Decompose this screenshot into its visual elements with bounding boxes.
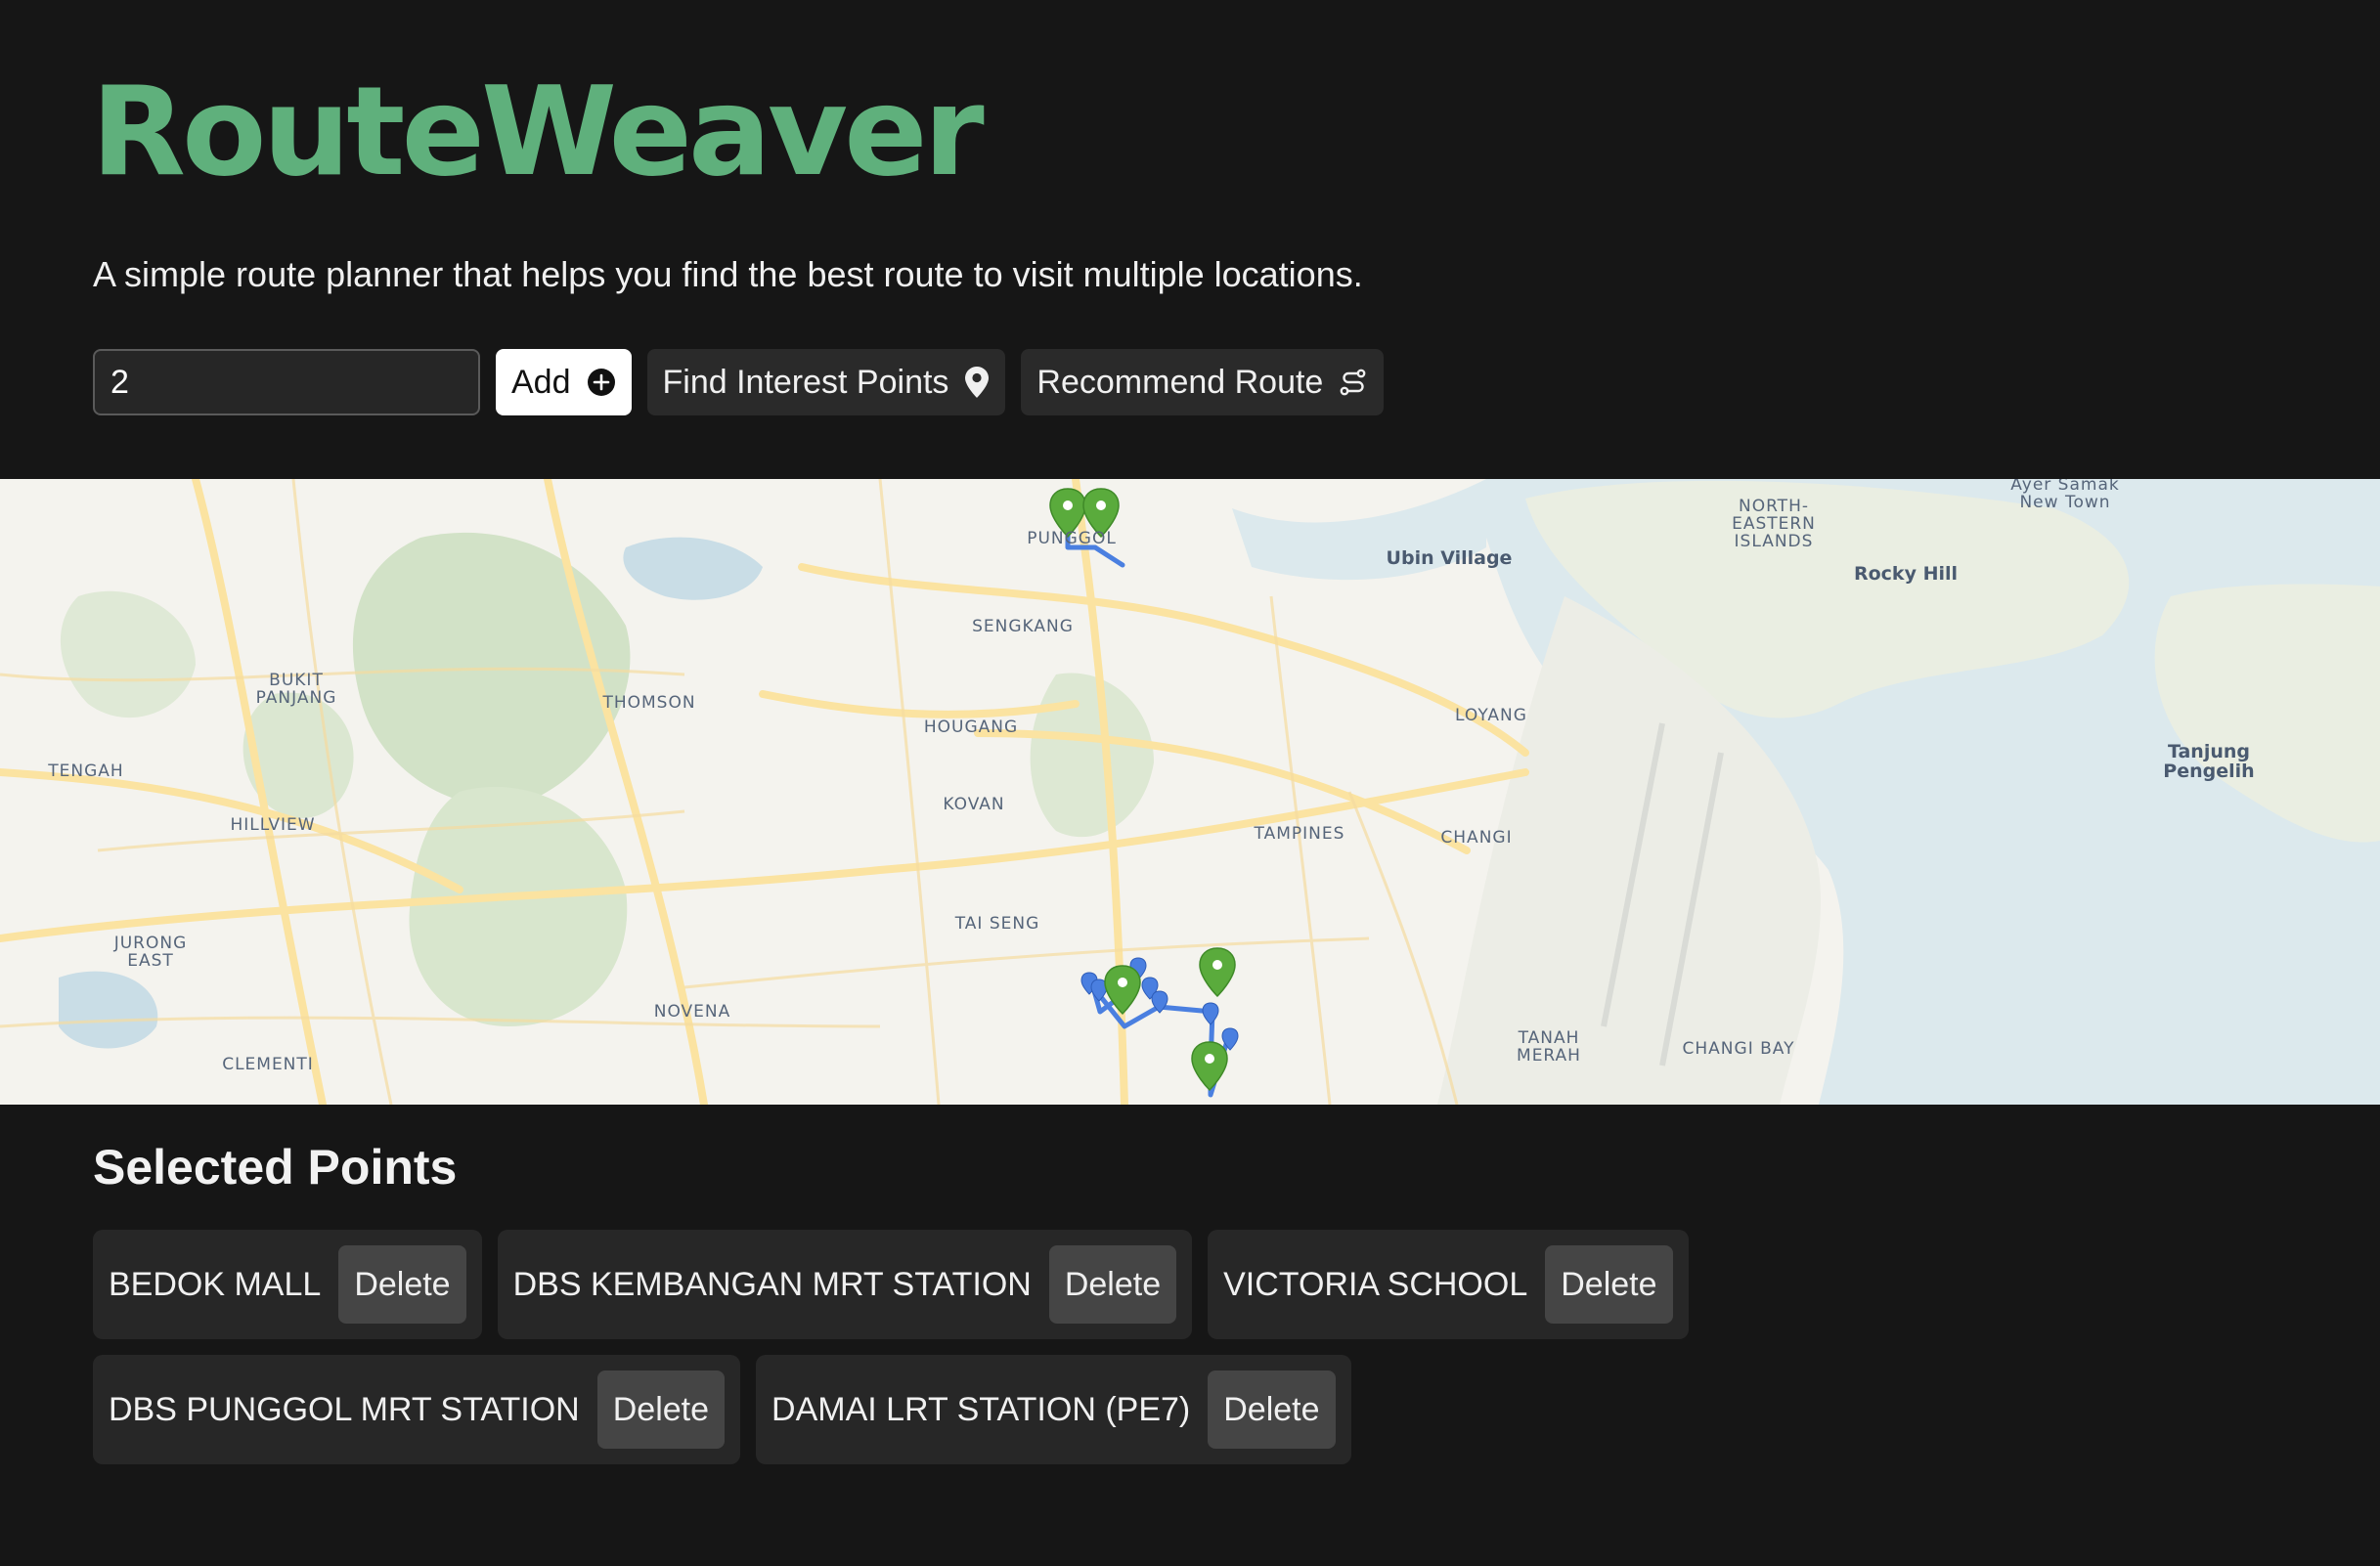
- map-label: BUKIT PANJANG: [255, 671, 337, 708]
- add-button[interactable]: Add: [496, 349, 632, 415]
- selected-point-label: DBS PUNGGOL MRT STATION: [109, 1390, 580, 1428]
- selected-points-heading: Selected Points: [93, 1140, 458, 1195]
- find-interest-points-label: Find Interest Points: [662, 363, 949, 401]
- map-label: CHANGI BAY: [1682, 1039, 1795, 1060]
- delete-point-button[interactable]: Delete: [596, 1370, 726, 1449]
- map-label: CLEMENTI: [222, 1055, 314, 1075]
- selected-point-label: VICTORIA SCHOOL: [1223, 1265, 1528, 1303]
- map-view[interactable]: PUNGGOL SENGKANG Ubin Village NORTH- EASTER…: [0, 479, 2380, 1105]
- selected-point-chip: DAMAI LRT STATION (PE7) Delete: [756, 1355, 1351, 1464]
- tagline: A simple route planner that helps you fi…: [93, 254, 1363, 294]
- map-label: KOVAN: [943, 795, 1005, 815]
- route-icon: [1339, 368, 1368, 397]
- selected-point-label: DAMAI LRT STATION (PE7): [771, 1390, 1191, 1428]
- delete-point-button[interactable]: Delete: [1208, 1370, 1336, 1449]
- add-button-label: Add: [511, 363, 571, 401]
- selected-point-chip: DBS PUNGGOL MRT STATION Delete: [93, 1355, 741, 1464]
- map-label: TAI SENG: [954, 914, 1040, 935]
- map-label: Ubin Village: [1386, 547, 1513, 570]
- find-interest-points-button[interactable]: Find Interest Points: [646, 349, 1006, 415]
- map-label: TANAH MERAH: [1517, 1028, 1581, 1066]
- selected-point-chip: VICTORIA SCHOOL Delete: [1208, 1230, 1689, 1339]
- map-label: Rocky Hill: [1853, 563, 1959, 586]
- recommend-route-label: Recommend Route: [1036, 363, 1324, 401]
- map-canvas: [0, 479, 2380, 1105]
- map-label: LOYANG: [1455, 706, 1527, 726]
- plus-circle-icon: [587, 368, 616, 397]
- map-label: PUNGGOL: [1027, 529, 1117, 549]
- map-label: HILLVIEW: [230, 815, 316, 836]
- map-label: Tanjung Pengelih: [2163, 741, 2255, 782]
- delete-point-button[interactable]: Delete: [1545, 1245, 1673, 1324]
- map-pin-icon: [964, 366, 990, 399]
- app-title: RouteWeaver: [91, 60, 985, 203]
- location-input[interactable]: [93, 349, 480, 415]
- map-label: CHANGI: [1440, 828, 1513, 848]
- map-label: SENGKANG: [972, 617, 1074, 637]
- selected-point-label: BEDOK MALL: [109, 1265, 322, 1303]
- map-label: JURONG EAST: [113, 934, 188, 971]
- map-label: TAMPINES: [1254, 824, 1345, 845]
- map-label: Ayer Samak New Town: [2010, 479, 2120, 512]
- selected-point-label: DBS KEMBANGAN MRT STATION: [512, 1265, 1032, 1303]
- map-label: THOMSON: [602, 693, 696, 714]
- selected-point-chip: DBS KEMBANGAN MRT STATION Delete: [497, 1230, 1193, 1339]
- controls-bar: Add Find Interest Points Recommend Route: [93, 349, 1385, 415]
- map-label: NOVENA: [653, 1002, 731, 1022]
- map-label: NORTH- EASTERN ISLANDS: [1732, 497, 1816, 551]
- selected-point-chip: BEDOK MALL Delete: [93, 1230, 482, 1339]
- map-label: TENGAH: [48, 761, 124, 782]
- recommend-route-button[interactable]: Recommend Route: [1021, 349, 1385, 415]
- map-label: HOUGANG: [923, 718, 1019, 738]
- delete-point-button[interactable]: Delete: [338, 1245, 466, 1324]
- delete-point-button[interactable]: Delete: [1048, 1245, 1177, 1324]
- header: RouteWeaver A simple route planner that …: [0, 0, 2380, 479]
- selected-points-list: BEDOK MALL Delete DBS KEMBANGAN MRT STATIO…: [93, 1230, 2303, 1480]
